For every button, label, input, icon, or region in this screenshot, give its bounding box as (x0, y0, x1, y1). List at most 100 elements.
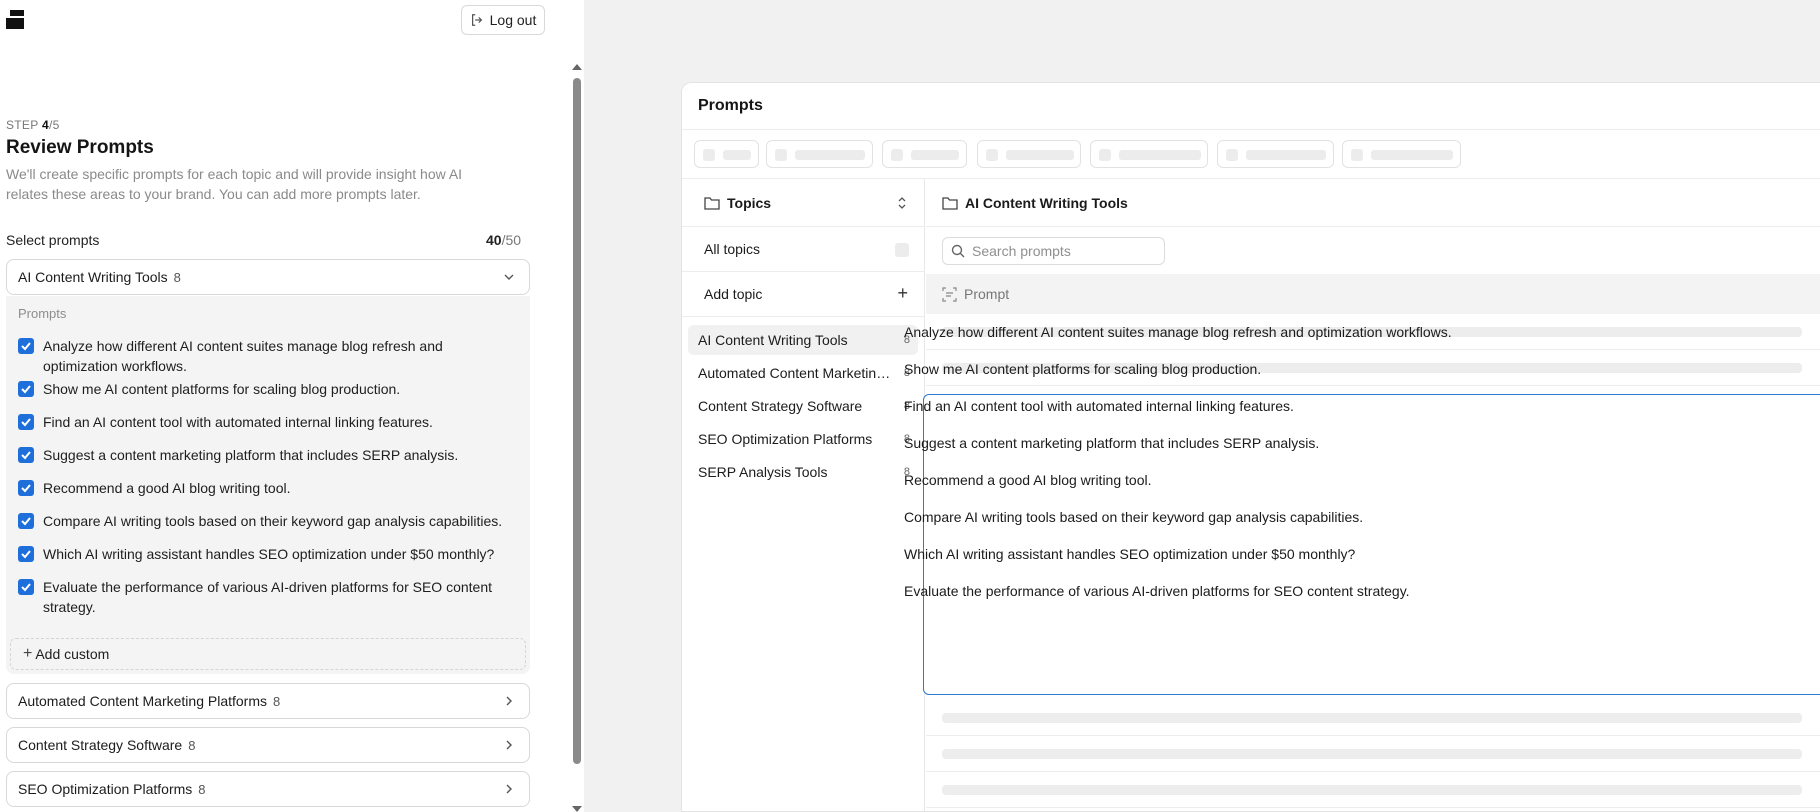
plus-icon: + (897, 283, 908, 303)
skeleton-chip (766, 140, 873, 168)
prompt-text: Which AI writing assistant handles SEO o… (43, 546, 495, 562)
prompts-preview-card: Prompts Topics All topics Add topic + AI… (681, 82, 1820, 812)
prompt-item[interactable]: Suggest a content marketing platform tha… (18, 445, 518, 465)
prompt-text: Evaluate the performance of various AI-d… (43, 579, 492, 615)
skeleton-chip (1217, 140, 1334, 168)
skeleton-chip (694, 140, 759, 168)
prompt-row[interactable]: Suggest a content marketing platform tha… (904, 435, 1319, 451)
skeleton-chip (1342, 140, 1461, 168)
topic-name: Automated Content Marketing Platforms (18, 693, 268, 709)
check-icon (21, 550, 31, 559)
prompt-row[interactable]: Evaluate the performance of various AI-d… (904, 583, 1410, 599)
checkbox-checked[interactable] (18, 447, 34, 463)
topic-name: SEO Optimization Platforms (18, 781, 193, 797)
checkbox-checked[interactable] (18, 480, 34, 496)
prompt-item[interactable]: Analyze how different AI content suites … (18, 336, 518, 376)
topic-list-item[interactable]: Content Strategy Software 8 (688, 391, 918, 421)
topic-count: 8 (198, 781, 206, 797)
skeleton-row (926, 700, 1820, 736)
logout-label: Log out (489, 12, 537, 28)
prompt-item[interactable]: Compare AI writing tools based on their … (18, 511, 518, 531)
prompt-text: Find an AI content tool with automated i… (43, 414, 433, 430)
prompt-item[interactable]: Find an AI content tool with automated i… (18, 412, 518, 432)
logout-button[interactable]: Log out (461, 5, 545, 35)
preview-canvas: Prompts Topics All topics Add topic + AI… (584, 0, 1820, 812)
topic-count: 8 (188, 737, 196, 753)
topic-name: AI Content Writing Tools (18, 269, 168, 285)
preview-title: Prompts (698, 97, 763, 114)
topic-list-item[interactable]: SEO Optimization Platforms 8 (688, 424, 918, 454)
prompt-row[interactable]: Recommend a good AI blog writing tool. (904, 472, 1151, 488)
all-topics-item[interactable]: All topics (682, 227, 925, 272)
search-icon (951, 244, 965, 258)
search-input[interactable] (972, 243, 1152, 259)
prompt-item[interactable]: Show me AI content platforms for scaling… (18, 379, 518, 399)
chevron-right-icon (506, 740, 512, 750)
checkbox-checked[interactable] (18, 381, 34, 397)
skeleton-chip (1090, 140, 1208, 168)
chevron-up-down-icon (898, 197, 906, 209)
check-icon (21, 385, 31, 394)
prompt-text: Compare AI writing tools based on their … (43, 513, 503, 529)
topic-list-item[interactable]: AI Content Writing Tools 8 (688, 325, 918, 355)
all-topics-label: All topics (704, 241, 761, 257)
checkbox-checked[interactable] (18, 513, 34, 529)
prompt-item[interactable]: Which AI writing assistant handles SEO o… (18, 544, 518, 564)
scroll-down-arrow[interactable] (572, 806, 582, 812)
topic-list-name: Content Strategy Software (698, 398, 863, 414)
topic-list-name: SERP Analysis Tools (698, 464, 828, 480)
prompts-main: AI Content Writing Tools Prompt (923, 179, 1820, 811)
check-icon (21, 342, 31, 351)
prompts-section-label: Prompts (18, 306, 67, 321)
topic-accordion-content-strategy-software[interactable]: Content Strategy Software 8 (6, 727, 530, 763)
prompt-column-label: Prompt (964, 286, 1010, 302)
add-custom-label: Add custom (35, 646, 110, 662)
brand-logo (6, 10, 24, 29)
select-prompts-label: Select prompts (6, 232, 100, 248)
folder-icon (942, 196, 958, 210)
scroll-up-arrow[interactable] (572, 64, 582, 70)
logout-icon (471, 14, 482, 26)
topics-sidebar: Topics All topics Add topic + AI Content… (682, 179, 925, 811)
topic-list-item[interactable]: Automated Content Marketing Platforms8 (688, 358, 918, 388)
prompt-row[interactable]: Which AI writing assistant handles SEO o… (904, 546, 1355, 562)
search-box[interactable] (942, 237, 1165, 265)
prompt-row[interactable]: Show me AI content platforms for scaling… (904, 361, 1261, 377)
add-custom-prompt-button[interactable]: + Add custom (10, 638, 526, 670)
checkbox-checked[interactable] (18, 338, 34, 354)
topic-list-name: Automated Content Marketing Platforms (698, 365, 894, 381)
prompt-row[interactable]: Find an AI content tool with automated i… (904, 398, 1294, 414)
topic-accordion-automated-content-marketing-platforms[interactable]: Automated Content Marketing Platforms 8 (6, 683, 530, 719)
checkbox-checked[interactable] (18, 579, 34, 595)
selected-topic-name: AI Content Writing Tools (965, 194, 1128, 211)
topic-prompts-list: Prompts Analyze how different AI content… (6, 296, 530, 674)
chevron-right-icon (506, 696, 512, 706)
topic-accordion-seo-optimization-platforms[interactable]: SEO Optimization Platforms 8 (6, 771, 530, 807)
topics-header[interactable]: Topics (682, 179, 925, 227)
prompt-text: Suggest a content marketing platform tha… (43, 447, 459, 463)
chevron-right-icon (506, 784, 512, 794)
checkbox-checked[interactable] (18, 414, 34, 430)
add-topic-button[interactable]: Add topic + (682, 272, 925, 317)
prompt-row[interactable]: Analyze how different AI content suites … (904, 324, 1452, 340)
selected-topic-header: AI Content Writing Tools (926, 179, 1820, 227)
topic-list-name: AI Content Writing Tools (698, 332, 848, 348)
check-icon (21, 583, 31, 592)
skeleton-chip (882, 140, 967, 168)
prompt-item[interactable]: Evaluate the performance of various AI-d… (18, 577, 518, 617)
topic-list-name: SEO Optimization Platforms (698, 431, 873, 447)
topic-accordion-ai-content-writing-tools[interactable]: AI Content Writing Tools 8 (6, 259, 530, 295)
add-topic-label: Add topic (704, 286, 763, 302)
check-icon (21, 451, 31, 460)
prompt-item[interactable]: Recommend a good AI blog writing tool. (18, 478, 518, 498)
folder-icon (704, 196, 720, 210)
checkbox-checked[interactable] (18, 546, 34, 562)
plus-icon: + (23, 645, 33, 662)
prompt-icon (942, 286, 957, 302)
topic-list-item[interactable]: SERP Analysis Tools 8 (688, 457, 918, 487)
step-indicator: STEP 4/5 (6, 118, 60, 132)
scrollbar-thumb[interactable] (573, 78, 581, 764)
selected-count: 40/50 (486, 232, 522, 248)
all-topics-badge (895, 243, 909, 257)
prompt-row[interactable]: Compare AI writing tools based on their … (904, 509, 1363, 525)
